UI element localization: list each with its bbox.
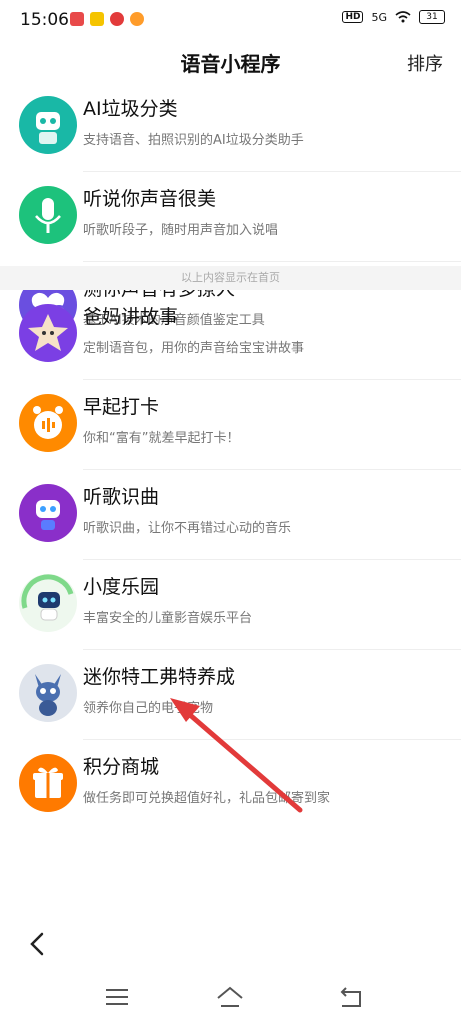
system-navigation-bar: [0, 972, 461, 1024]
menu-icon[interactable]: [102, 984, 132, 1010]
back-arrow-icon[interactable]: [24, 930, 52, 958]
bottom-bar: [0, 914, 461, 972]
annotation-arrow: [170, 698, 303, 813]
home-icon[interactable]: [215, 984, 245, 1010]
back-nav-icon[interactable]: [336, 984, 366, 1010]
